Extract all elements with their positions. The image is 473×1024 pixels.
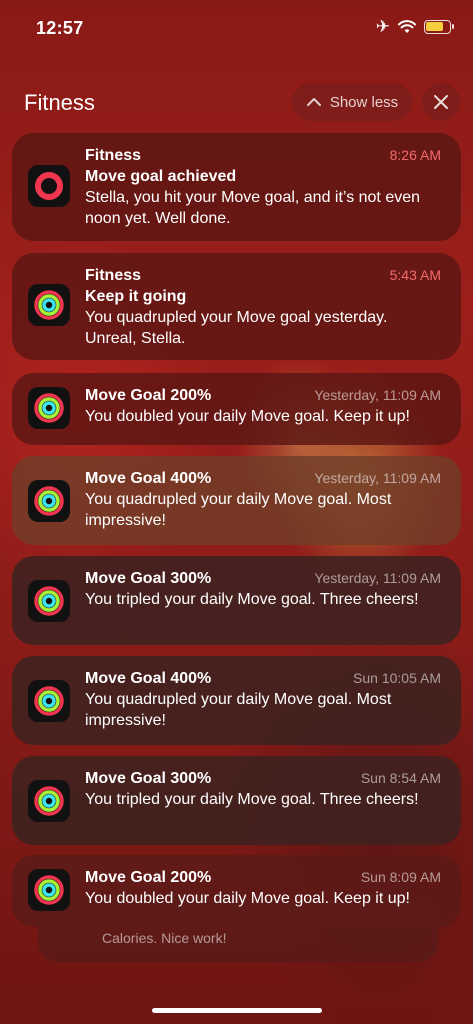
- notification-card[interactable]: Move Goal 300% Yesterday, 11:09 AM You t…: [12, 556, 461, 645]
- activity-rings-icon: [34, 393, 64, 423]
- activity-rings-icon: [34, 290, 64, 320]
- notification-time: 5:43 AM: [389, 267, 441, 283]
- notification-group-header: Fitness Show less: [0, 80, 473, 126]
- notification-card[interactable]: Move Goal 400% Sun 10:05 AM You quadrupl…: [12, 656, 461, 745]
- notification-card[interactable]: Move Goal 300% Sun 8:54 AM You tripled y…: [12, 756, 461, 845]
- notification-title: Move Goal 200%: [85, 387, 212, 404]
- show-less-label: Show less: [329, 93, 399, 111]
- notification-title: Move Goal 400%: [85, 470, 212, 487]
- airplane-icon: ✈: [375, 17, 390, 36]
- notification-title: Move Goal 400%: [85, 670, 212, 687]
- notification-title: Keep it going: [85, 288, 187, 305]
- show-less-button[interactable]: Show less: [292, 83, 412, 121]
- clear-group-button[interactable]: [422, 83, 460, 121]
- notification-time: 8:26 AM: [389, 147, 441, 163]
- activity-rings-icon: [34, 786, 64, 816]
- activity-app-icon: [28, 869, 70, 911]
- activity-app-icon: [28, 780, 70, 822]
- stacked-notification-body: Calories. Nice work!: [102, 930, 227, 946]
- activity-app-icon: [28, 387, 70, 429]
- notification-app-name: Fitness: [85, 147, 142, 164]
- notification-card[interactable]: Move Goal 200% Yesterday, 11:09 AM You d…: [12, 373, 461, 445]
- status-bar: 12:57 ✈: [0, 0, 473, 56]
- notification-time: Yesterday, 11:09 AM: [314, 387, 441, 403]
- close-icon: [434, 95, 448, 109]
- notification-card[interactable]: Move Goal 400% Yesterday, 11:09 AM You q…: [12, 456, 461, 545]
- notification-time: Sun 8:09 AM: [360, 869, 441, 885]
- wifi-icon: [398, 20, 416, 33]
- notification-time: Yesterday, 11:09 AM: [314, 470, 441, 486]
- fitness-app-icon: [28, 165, 70, 207]
- notification-body: You quadrupled your daily Move goal. Mos…: [85, 491, 392, 529]
- activity-app-icon: [28, 580, 70, 622]
- notification-title: Move Goal 300%: [85, 570, 212, 587]
- status-icons: ✈: [375, 17, 454, 36]
- notification-time: Yesterday, 11:09 AM: [314, 570, 441, 586]
- notification-body: You tripled your daily Move goal. Three …: [85, 791, 419, 808]
- notification-body: You doubled your daily Move goal. Keep i…: [85, 890, 410, 907]
- battery-level: [426, 22, 443, 31]
- notification-app-name: Fitness: [85, 267, 142, 284]
- chevron-up-icon: [306, 98, 321, 106]
- status-time: 12:57: [36, 18, 84, 38]
- notification-body: Stella, you hit your Move goal, and it’s…: [85, 189, 421, 227]
- notification-card[interactable]: Move Goal 200% Sun 8:09 AM You doubled y…: [12, 855, 461, 927]
- notification-body: You doubled your daily Move goal. Keep i…: [85, 408, 410, 425]
- activity-app-icon: [28, 284, 70, 326]
- activity-rings-icon: [34, 686, 64, 716]
- notification-body: You quadrupled your daily Move goal. Mos…: [85, 691, 392, 729]
- group-title: Fitness: [24, 90, 95, 115]
- notification-title: Move Goal 300%: [85, 770, 212, 787]
- notification-card[interactable]: Fitness 8:26 AM Move goal achieved Stell…: [12, 133, 461, 241]
- notification-title: Move goal achieved: [85, 168, 237, 185]
- activity-app-icon: [28, 680, 70, 722]
- notification-time: Sun 10:05 AM: [353, 670, 441, 686]
- activity-rings-icon: [34, 875, 64, 905]
- activity-rings-icon: [34, 586, 64, 616]
- home-indicator[interactable]: [152, 1008, 322, 1013]
- notification-card[interactable]: Fitness 5:43 AM Keep it going You quadru…: [12, 253, 461, 360]
- activity-app-icon: [28, 480, 70, 522]
- activity-rings-icon: [34, 486, 64, 516]
- notification-body: You quadrupled your Move goal yesterday.…: [85, 309, 388, 347]
- notification-time: Sun 8:54 AM: [360, 770, 441, 786]
- notification-body: You tripled your daily Move goal. Three …: [85, 591, 419, 608]
- battery-icon: [424, 20, 454, 34]
- notification-title: Move Goal 200%: [85, 869, 212, 886]
- move-ring-icon: [35, 172, 63, 200]
